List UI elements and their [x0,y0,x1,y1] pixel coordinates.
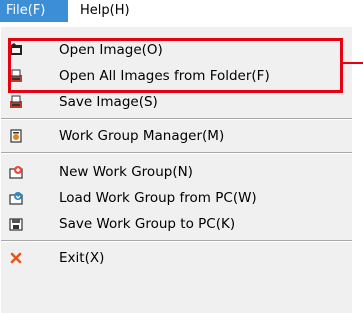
menu-item-label: Work Group Manager(M) [59,128,225,144]
menu-item-exit[interactable]: Exit(X) [1,245,346,271]
menu-separator [1,118,352,120]
menu-item-work-group-manager[interactable]: Work Group Manager(M) [1,123,346,149]
menu-item-save-work-group[interactable]: Save Work Group to PC(K) [1,211,346,237]
load-work-group-icon [9,192,23,205]
menu-item-label: Load Work Group from PC(W) [59,190,257,206]
exit-icon [10,252,22,264]
menu-item-label: Save Work Group to PC(K) [59,216,236,232]
new-work-group-icon [9,166,23,179]
menu-item-label: Exit(X) [59,250,105,266]
menu-item-new-work-group[interactable]: New Work Group(N) [1,159,346,185]
menu-help[interactable]: Help(H) [74,0,136,22]
save-image-icon [10,95,22,108]
save-work-group-icon [9,218,23,231]
callout-line [343,62,363,64]
menu-bar: File(F) Help(H) [0,0,363,22]
menu-separator [1,240,352,242]
menu-item-load-work-group[interactable]: Load Work Group from PC(W) [1,185,346,211]
highlight-box [8,38,343,93]
work-group-manager-icon [10,129,22,143]
menu-separator [1,152,352,154]
menu-item-label: New Work Group(N) [59,164,193,180]
menu-file[interactable]: File(F) [0,0,68,22]
